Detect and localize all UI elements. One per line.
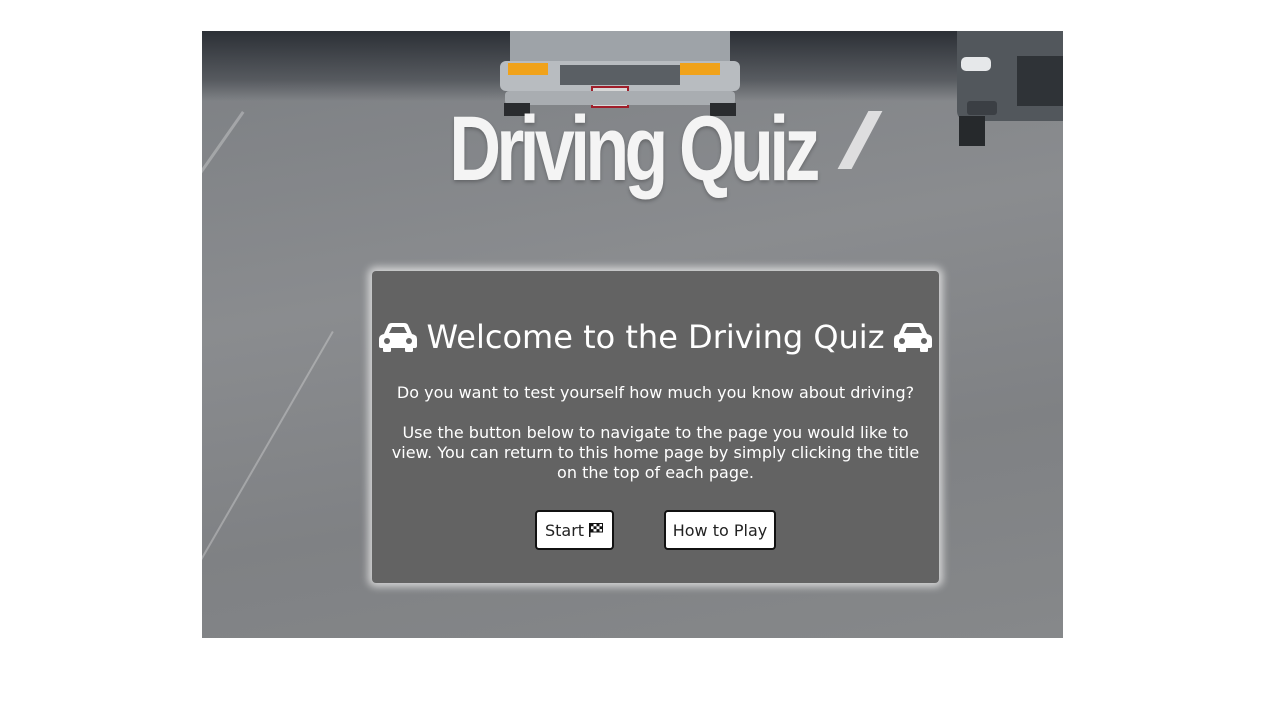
checkered-flag-icon [589, 523, 604, 537]
car-icon [894, 323, 933, 352]
how-to-play-button[interactable]: How to Play [664, 510, 776, 550]
welcome-heading-text: Welcome to the Driving Quiz [426, 318, 885, 356]
welcome-card: Welcome to the Driving Quiz Do you want … [372, 271, 939, 583]
start-button[interactable]: Start [535, 510, 614, 550]
intro-question: Do you want to test yourself how much yo… [396, 383, 915, 402]
welcome-heading: Welcome to the Driving Quiz [372, 317, 939, 357]
intro-instructions: Use the button below to navigate to the … [391, 423, 920, 482]
lane-marking [202, 331, 334, 610]
start-button-label: Start [544, 520, 585, 540]
lane-marking [202, 111, 245, 523]
van-image [957, 31, 1063, 146]
background-photo: Driving Quiz Welcome to the Driving Quiz… [202, 31, 1063, 638]
car-icon [378, 323, 417, 352]
